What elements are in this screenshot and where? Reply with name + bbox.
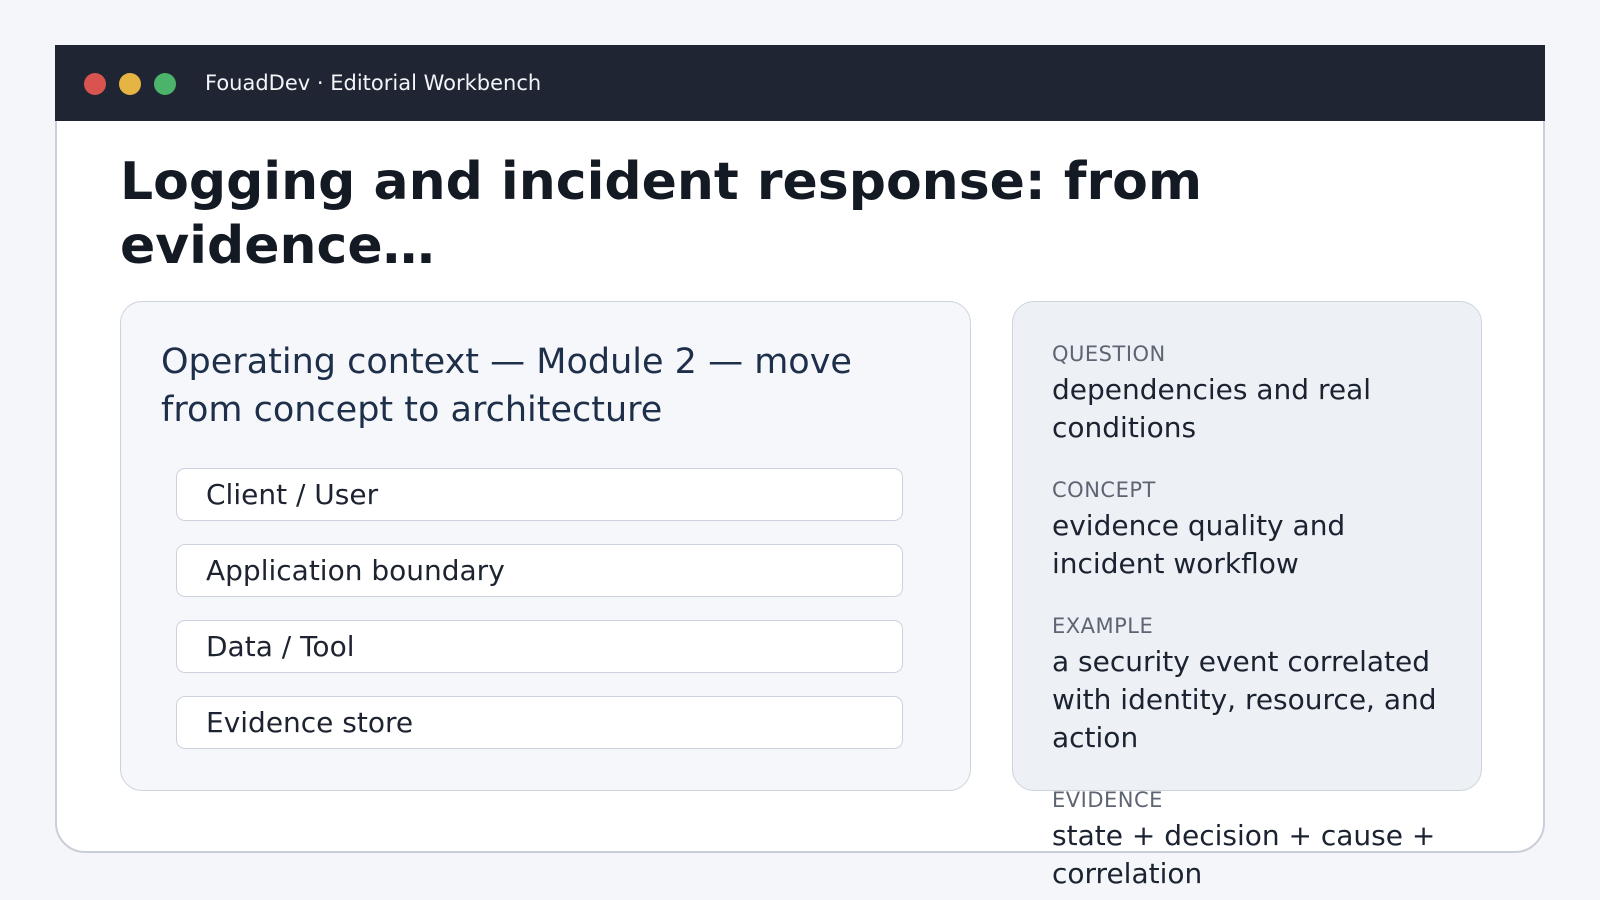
evidence-label: EVIDENCE bbox=[1052, 788, 1163, 812]
stack-item-label: Client / User bbox=[206, 478, 379, 511]
window-titlebar: FouadDev · Editorial Workbench bbox=[55, 45, 1545, 121]
minimize-window-button[interactable] bbox=[119, 73, 141, 95]
example-label: EXAMPLE bbox=[1052, 614, 1154, 638]
operating-context-card: Operating context — Module 2 — move from… bbox=[120, 301, 971, 791]
stack-item-label: Application boundary bbox=[206, 554, 505, 587]
concept-label: CONCEPT bbox=[1052, 478, 1156, 502]
stack-item-application-boundary: Application boundary bbox=[176, 544, 903, 597]
page-title: Logging and incident response: from evid… bbox=[120, 152, 1202, 276]
example-text: a security event correlated with identit… bbox=[1052, 645, 1437, 754]
stack-item-evidence-store: Evidence store bbox=[176, 696, 903, 749]
question-text: dependencies and real conditions bbox=[1052, 373, 1372, 444]
context-title: Operating context — Module 2 — move from… bbox=[161, 342, 852, 430]
concept-text: evidence quality and incident workflow bbox=[1052, 509, 1346, 580]
stack-item-label: Data / Tool bbox=[206, 630, 355, 663]
evidence-text: state + decision + cause + correlation bbox=[1052, 819, 1436, 890]
stack-item-data-tool: Data / Tool bbox=[176, 620, 903, 673]
question-label: QUESTION bbox=[1052, 342, 1166, 366]
zoom-window-button[interactable] bbox=[154, 73, 176, 95]
stack-item-client-user: Client / User bbox=[176, 468, 903, 521]
stack-item-label: Evidence store bbox=[206, 706, 414, 739]
close-window-button[interactable] bbox=[84, 73, 106, 95]
window-title: FouadDev · Editorial Workbench bbox=[205, 71, 542, 95]
